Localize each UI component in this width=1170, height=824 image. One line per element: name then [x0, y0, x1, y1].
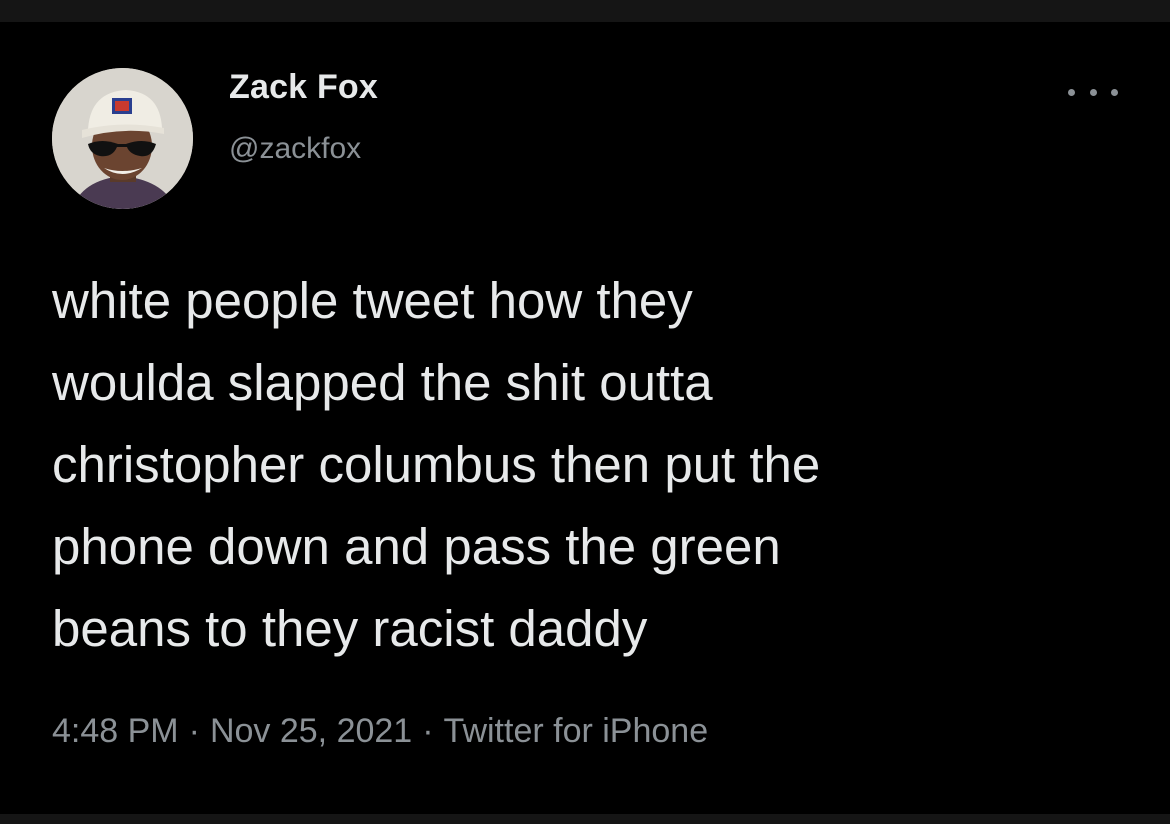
tweet-date[interactable]: Nov 25, 2021: [210, 712, 412, 750]
ellipsis-icon: [1068, 88, 1075, 96]
tweet-text-line: white people tweet how they: [52, 272, 693, 329]
screenshot-frame-bottom: [0, 814, 1170, 824]
separator-dot: ·: [188, 712, 200, 750]
tweet-text-line: christopher columbus then put the: [52, 436, 821, 493]
tweet-text-line: phone down and pass the green: [52, 518, 781, 575]
tweet-text-line: woulda slapped the shit outta: [52, 354, 713, 411]
user-handle[interactable]: @zackfox: [229, 132, 361, 166]
avatar[interactable]: [52, 68, 193, 209]
tweet-time[interactable]: 4:48 PM: [52, 712, 179, 750]
ellipsis-icon: [1111, 88, 1118, 96]
screenshot-frame-top: [0, 0, 1170, 22]
tweet-card: Zack Fox @zackfox white people tweet how…: [0, 22, 1170, 814]
profile-photo-icon: [52, 68, 193, 209]
more-options-button[interactable]: [1068, 82, 1118, 102]
tweet-source[interactable]: Twitter for iPhone: [444, 712, 709, 750]
tweet-text-line: beans to they racist daddy: [52, 600, 648, 657]
tweet-text: white people tweet how they woulda slapp…: [52, 260, 1132, 670]
display-name[interactable]: Zack Fox: [229, 68, 378, 107]
ellipsis-icon: [1089, 88, 1097, 96]
separator-dot: ·: [422, 712, 434, 750]
tweet-metadata: 4:48 PM · Nov 25, 2021 · Twitter for iPhone: [52, 712, 708, 751]
